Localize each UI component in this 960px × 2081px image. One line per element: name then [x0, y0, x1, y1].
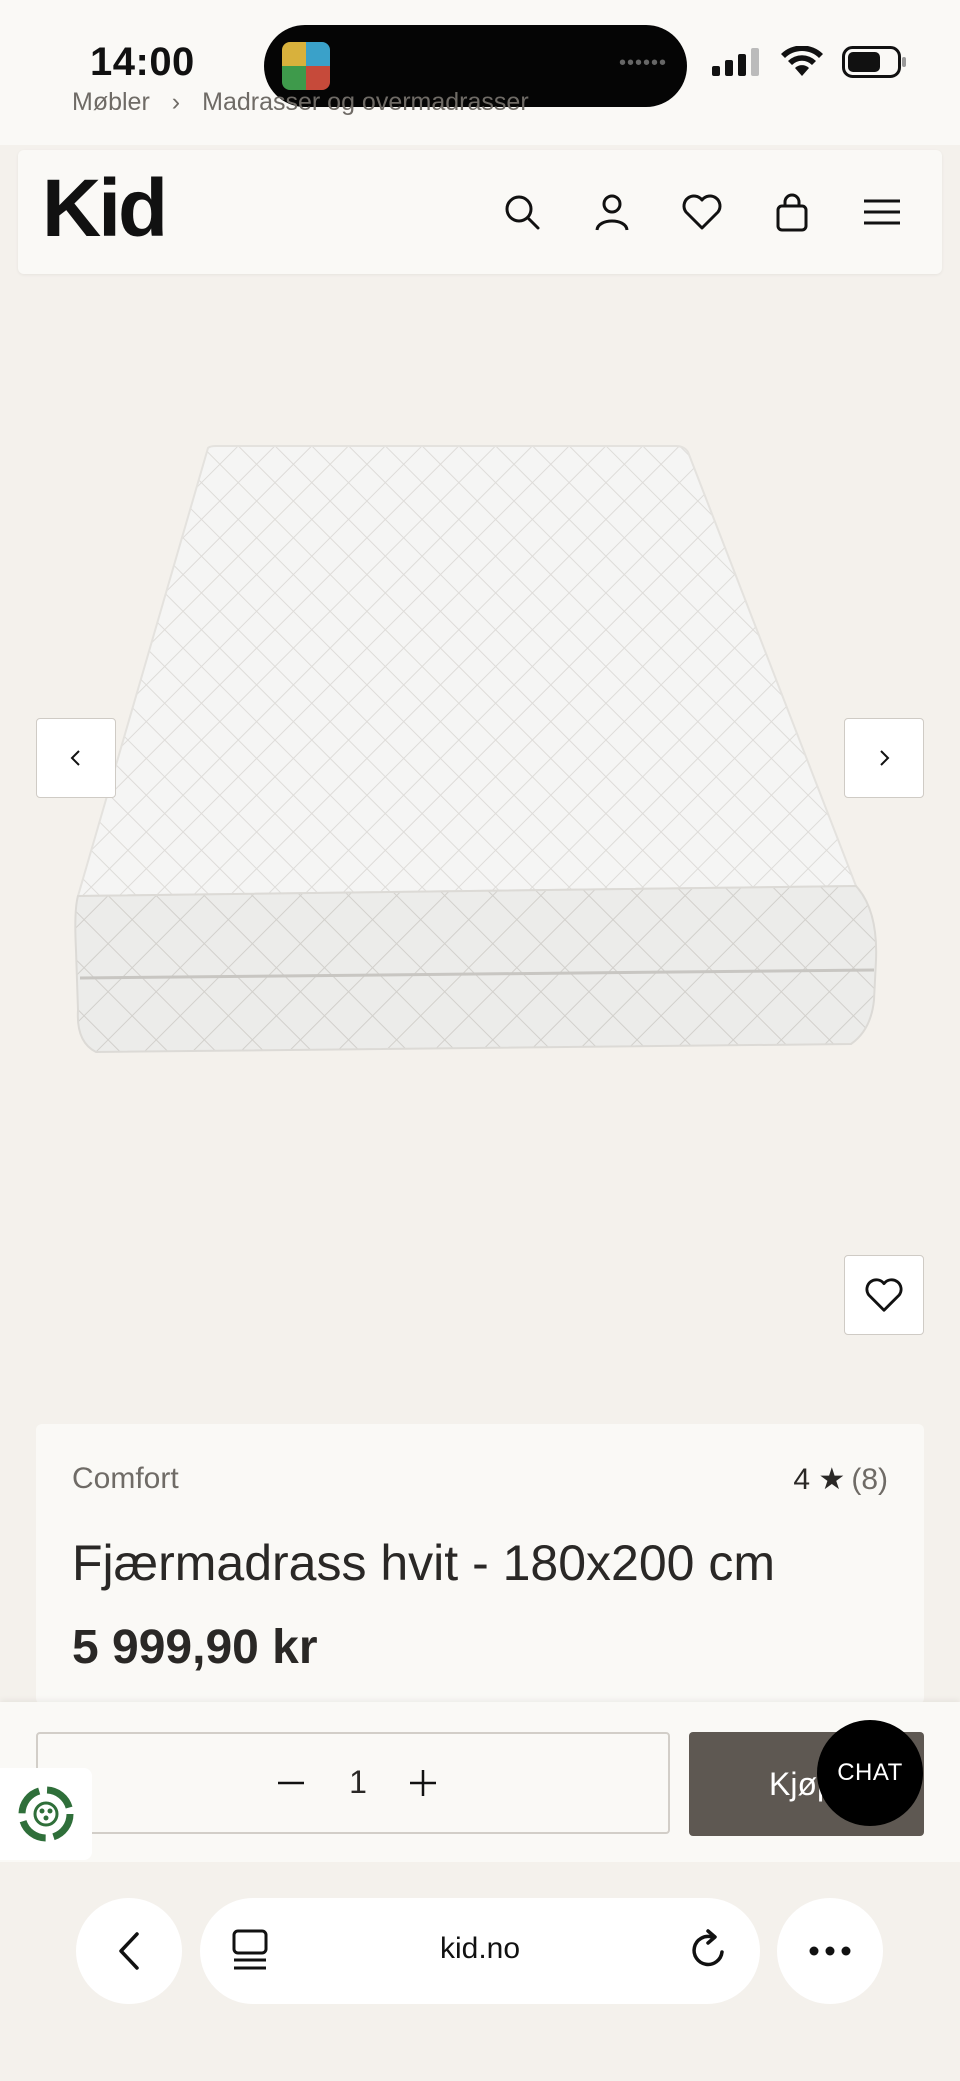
chevron-left-icon — [119, 1932, 139, 1970]
plus-icon — [410, 1770, 436, 1796]
review-count: (8) — [851, 1463, 888, 1496]
address-bar[interactable]: kid.no — [200, 1898, 760, 2004]
add-to-wishlist-button[interactable] — [844, 1255, 924, 1335]
now-playing-artwork — [282, 42, 330, 90]
status-bar: 14:00 •••••• — [0, 0, 960, 145]
menu-button[interactable] — [858, 188, 906, 236]
quantity-stepper: 1 — [36, 1732, 670, 1834]
rating-value: 4 ★ — [793, 1463, 846, 1496]
audio-waveform-icon: •••••• — [618, 52, 667, 74]
product-rating[interactable]: 4 ★ (8) — [793, 1462, 888, 1497]
wishlist-button[interactable] — [678, 188, 726, 236]
more-icon — [809, 1946, 851, 1956]
breadcrumb-separator: › — [171, 88, 181, 116]
breadcrumb: Møbler › Madrasser og overmadrasser — [72, 88, 529, 117]
product-image[interactable] — [36, 390, 924, 1110]
gallery-prev-button[interactable] — [36, 718, 116, 798]
search-icon — [505, 195, 540, 230]
url-text: kid.no — [439, 1932, 521, 1965]
quantity-value[interactable]: 1 — [338, 1764, 378, 1801]
more-options-button[interactable] — [777, 1898, 883, 2004]
gallery-next-button[interactable] — [844, 718, 924, 798]
buy-bar: 1 Kjøp — [0, 1702, 960, 1862]
decrease-quantity-button[interactable] — [266, 1758, 316, 1808]
recycle-badge[interactable] — [0, 1768, 92, 1860]
chevron-right-icon — [880, 750, 890, 766]
heart-icon — [682, 194, 722, 230]
status-time: 14:00 — [90, 40, 195, 84]
browser-back-button[interactable] — [76, 1898, 182, 2004]
product-title: Fjærmadrass hvit - 180x200 cm — [72, 1535, 776, 1591]
chat-button[interactable]: CHAT — [817, 1720, 923, 1826]
wifi-icon — [781, 46, 823, 76]
product-brand[interactable]: Comfort — [72, 1462, 179, 1496]
product-price: 5 999,90 kr — [72, 1621, 318, 1674]
increase-quantity-button[interactable] — [398, 1758, 448, 1808]
browser-toolbar: kid.no — [0, 1862, 960, 2081]
bag-icon — [776, 193, 808, 232]
reload-button[interactable] — [688, 1928, 730, 1977]
breadcrumb-item-mobler[interactable]: Møbler — [72, 88, 150, 116]
recycle-icon — [18, 1786, 74, 1842]
signal-icon — [712, 48, 759, 76]
chevron-left-icon — [70, 750, 80, 766]
status-icons — [712, 46, 908, 78]
kid-logo[interactable]: Kid — [42, 168, 168, 250]
search-button[interactable] — [498, 188, 546, 236]
heart-icon — [865, 1278, 903, 1312]
reload-icon — [692, 1929, 724, 1967]
minus-icon — [278, 1781, 304, 1785]
site-header: Kid — [18, 150, 942, 274]
product-info-card: Comfort 4 ★ (8) Fjærmadrass hvit - 180x20… — [36, 1424, 924, 1704]
cart-button[interactable] — [768, 188, 816, 236]
user-icon — [595, 194, 629, 231]
breadcrumb-item-madrasser[interactable]: Madrasser og overmadrasser — [202, 88, 529, 116]
account-button[interactable] — [588, 188, 636, 236]
header-actions — [498, 188, 906, 236]
battery-icon — [842, 46, 906, 78]
menu-icon — [864, 199, 900, 225]
mattress-image — [36, 390, 924, 1110]
